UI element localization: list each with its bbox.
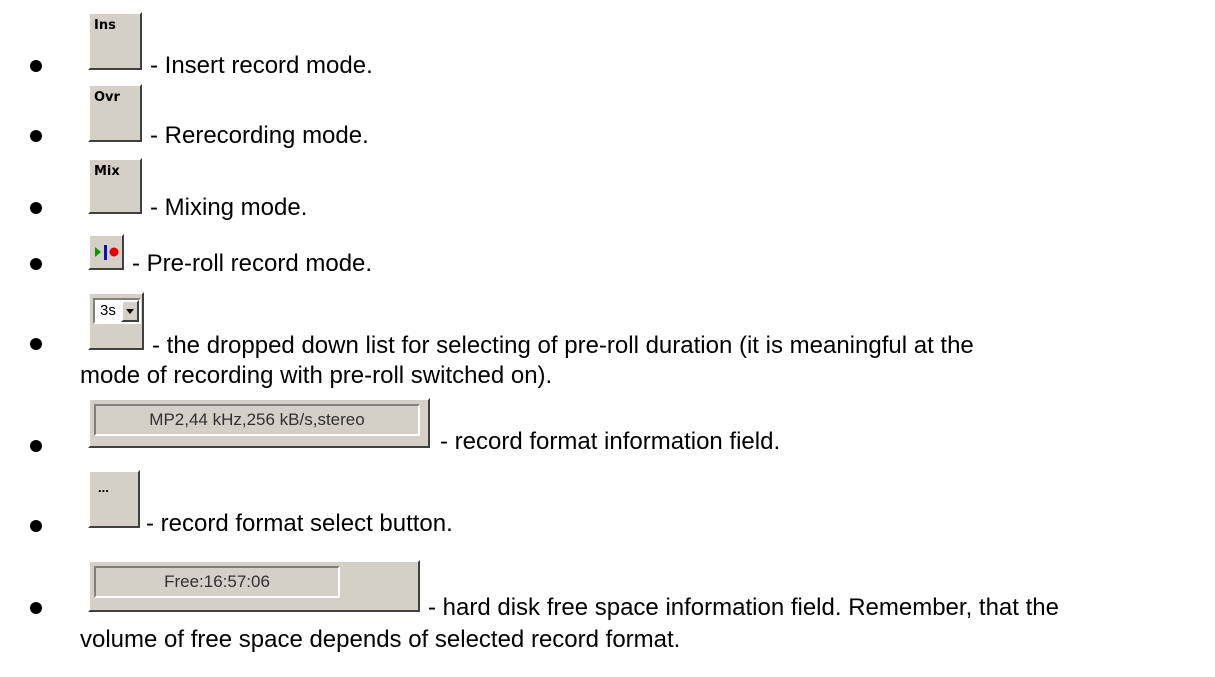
preroll-duration-select[interactable]: 3s xyxy=(93,298,141,324)
bullet xyxy=(30,130,42,142)
record-format-container: MP2,44 kHz,256 kB/s,stereo xyxy=(88,398,430,448)
mixing-mode-description: - Mixing mode. xyxy=(150,194,308,221)
insert-mode-button[interactable]: Ins xyxy=(88,12,142,70)
record-format-select-description: - record format select button. xyxy=(146,510,453,537)
mix-mode-button[interactable]: Mix xyxy=(88,158,142,214)
bullet xyxy=(30,60,42,72)
button-label: Ovr xyxy=(94,90,120,105)
bullet xyxy=(30,520,42,532)
pre-roll-icon xyxy=(95,245,119,260)
record-format-select-button[interactable]: ... xyxy=(88,470,140,528)
insert-mode-description: - Insert record mode. xyxy=(150,52,373,79)
ellipsis-label: ... xyxy=(98,480,109,495)
rerecording-mode-description: - Rerecording mode. xyxy=(150,122,369,149)
free-space-description: - hard disk free space information field… xyxy=(428,594,1059,621)
preroll-duration-description-cont: mode of recording with pre-roll switched… xyxy=(80,362,553,389)
free-space-container: Free:16:57:06 xyxy=(88,560,420,612)
button-label: Mix xyxy=(94,164,120,179)
preroll-duration-description: - the dropped down list for selecting of… xyxy=(152,332,974,359)
free-space-description-cont: volume of free space depends of selected… xyxy=(80,626,681,653)
free-space-field: Free:16:57:06 xyxy=(94,566,340,598)
preroll-duration-container: 3s xyxy=(88,292,144,350)
bullet xyxy=(30,602,42,614)
overwrite-mode-button[interactable]: Ovr xyxy=(88,84,142,142)
record-format-field: MP2,44 kHz,256 kB/s,stereo xyxy=(94,404,420,436)
bullet xyxy=(30,258,42,270)
bullet xyxy=(30,202,42,214)
dropdown-arrow-button[interactable] xyxy=(121,300,139,322)
bullet xyxy=(30,338,42,350)
preroll-duration-value: 3s xyxy=(100,302,116,319)
bullet xyxy=(30,440,42,452)
preroll-mode-button[interactable] xyxy=(88,234,124,270)
preroll-mode-description: - Pre-roll record mode. xyxy=(132,250,373,277)
record-format-description: - record format information field. xyxy=(440,428,781,455)
button-label: Ins xyxy=(94,18,116,33)
chevron-down-icon xyxy=(126,309,134,314)
